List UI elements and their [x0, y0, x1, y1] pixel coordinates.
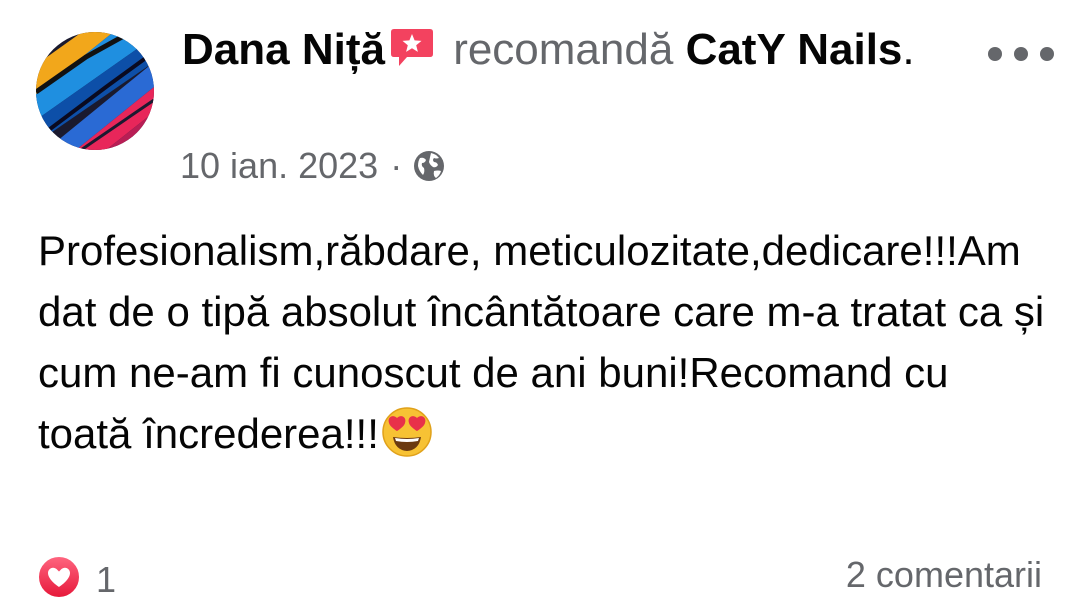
- post-body: Profesionalism,răbdare, meticulozitate,d…: [38, 220, 1048, 474]
- comments-count-link[interactable]: 2 comentarii: [846, 554, 1042, 596]
- reaction-count: 1: [96, 558, 117, 600]
- recommend-verb: recomandă: [453, 25, 674, 74]
- avatar[interactable]: [36, 32, 154, 150]
- meta-separator: ·: [390, 145, 403, 186]
- recommend-badge-icon: [389, 27, 435, 83]
- page-name-link[interactable]: CatY Nails: [686, 25, 903, 74]
- globe-icon: [412, 149, 446, 183]
- more-dot: [1040, 47, 1054, 61]
- post-date[interactable]: 10 ian. 2023: [180, 144, 378, 188]
- heart-eyes-emoji-icon: [381, 406, 433, 474]
- love-reaction-icon: [36, 554, 82, 605]
- header-period: .: [902, 25, 915, 74]
- post-header: Dana Niță recomandă CatY Nails.: [182, 22, 962, 83]
- post-body-text: Profesionalism,răbdare, meticulozitate,d…: [38, 227, 1045, 457]
- more-dot: [1014, 47, 1028, 61]
- author-name[interactable]: Dana Niță: [182, 25, 385, 74]
- more-dot: [988, 47, 1002, 61]
- post-meta: 10 ian. 2023 ·: [180, 144, 446, 188]
- more-options-icon[interactable]: [988, 38, 1054, 70]
- reactions-summary[interactable]: 1: [36, 554, 116, 605]
